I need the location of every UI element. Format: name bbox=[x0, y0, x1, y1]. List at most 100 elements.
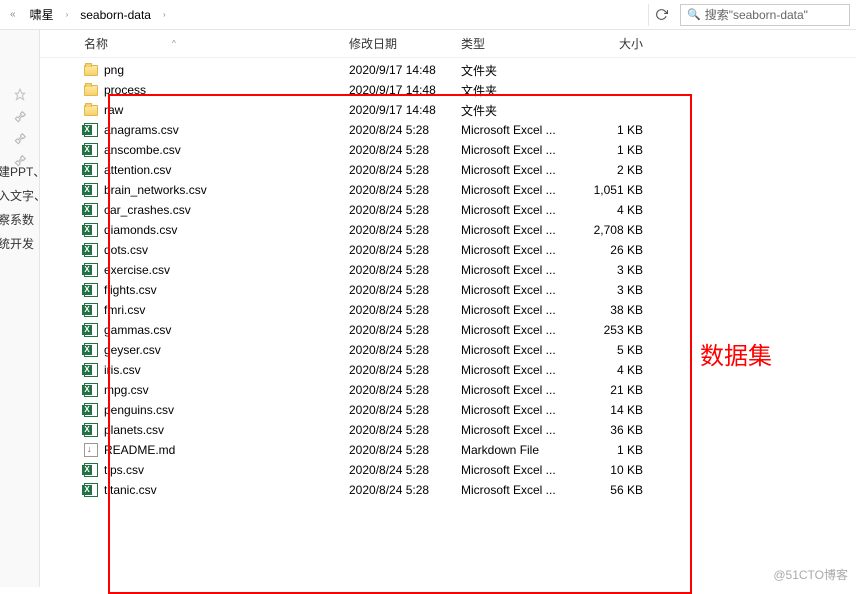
excel-file-icon bbox=[84, 283, 98, 297]
file-date: 2020/8/24 5:28 bbox=[345, 123, 457, 137]
file-name: flights.csv bbox=[104, 283, 157, 297]
refresh-icon bbox=[655, 8, 668, 21]
file-date: 2020/8/24 5:28 bbox=[345, 203, 457, 217]
file-type: Microsoft Excel ... bbox=[457, 483, 577, 497]
sort-indicator-icon: ^ bbox=[172, 39, 176, 48]
file-size: 3 KB bbox=[577, 283, 647, 297]
file-size: 1 KB bbox=[577, 123, 647, 137]
file-type: Microsoft Excel ... bbox=[457, 183, 577, 197]
file-name: iris.csv bbox=[104, 363, 141, 377]
excel-file-icon bbox=[84, 463, 98, 477]
file-date: 2020/9/17 14:48 bbox=[345, 83, 457, 97]
file-name: tips.csv bbox=[104, 463, 144, 477]
file-date: 2020/8/24 5:28 bbox=[345, 343, 457, 357]
chevron-right-icon: › bbox=[159, 8, 170, 21]
breadcrumb-segment[interactable]: 啸星 bbox=[26, 4, 58, 25]
pin-icon[interactable] bbox=[13, 110, 27, 124]
table-row[interactable]: dots.csv2020/8/24 5:28Microsoft Excel ..… bbox=[80, 240, 856, 260]
excel-file-icon bbox=[84, 403, 98, 417]
file-date: 2020/8/24 5:28 bbox=[345, 143, 457, 157]
file-name: car_crashes.csv bbox=[104, 203, 191, 217]
file-type: Microsoft Excel ... bbox=[457, 383, 577, 397]
table-row[interactable]: attention.csv2020/8/24 5:28Microsoft Exc… bbox=[80, 160, 856, 180]
file-name: fmri.csv bbox=[104, 303, 145, 317]
excel-file-icon bbox=[84, 423, 98, 437]
file-size: 3 KB bbox=[577, 263, 647, 277]
excel-file-icon bbox=[84, 383, 98, 397]
file-type: Microsoft Excel ... bbox=[457, 223, 577, 237]
file-date: 2020/8/24 5:28 bbox=[345, 263, 457, 277]
excel-file-icon bbox=[84, 263, 98, 277]
file-type: Microsoft Excel ... bbox=[457, 303, 577, 317]
file-type: Microsoft Excel ... bbox=[457, 343, 577, 357]
table-row[interactable]: anscombe.csv2020/8/24 5:28Microsoft Exce… bbox=[80, 140, 856, 160]
pin-icon[interactable] bbox=[13, 132, 27, 146]
file-size: 4 KB bbox=[577, 363, 647, 377]
file-type: Microsoft Excel ... bbox=[457, 323, 577, 337]
excel-file-icon bbox=[84, 163, 98, 177]
table-row[interactable]: planets.csv 2020/8/24 5:28Microsoft Excel… bbox=[80, 420, 856, 440]
table-row[interactable]: car_crashes.csv2020/8/24 5:28Microsoft E… bbox=[80, 200, 856, 220]
file-name: dots.csv bbox=[104, 243, 148, 257]
table-row[interactable]: fmri.csv 2020/8/24 5:28Microsoft Excel ..… bbox=[80, 300, 856, 320]
file-date: 2020/8/24 5:28 bbox=[345, 463, 457, 477]
table-row[interactable]: titanic.csv2020/8/24 5:28Microsoft Excel… bbox=[80, 480, 856, 500]
file-name: penguins.csv bbox=[104, 403, 174, 417]
table-row[interactable]: mpg.csv2020/8/24 5:28Microsoft Excel ...… bbox=[80, 380, 856, 400]
file-list: png2020/9/17 14:48文件夹process2020/9/17 14… bbox=[40, 58, 856, 500]
breadcrumb-segment[interactable]: seaborn-data bbox=[76, 6, 155, 24]
file-type: Microsoft Excel ... bbox=[457, 423, 577, 437]
breadcrumb[interactable]: « 啸星 › seaborn-data › bbox=[6, 4, 648, 25]
file-name: anscombe.csv bbox=[104, 143, 181, 157]
table-row[interactable]: anagrams.csv2020/8/24 5:28Microsoft Exce… bbox=[80, 120, 856, 140]
file-name: titanic.csv bbox=[104, 483, 157, 497]
file-name: geyser.csv bbox=[104, 343, 161, 357]
folder-icon bbox=[84, 105, 98, 116]
file-type: Microsoft Excel ... bbox=[457, 243, 577, 257]
table-row[interactable]: exercise.csv2020/8/24 5:28Microsoft Exce… bbox=[80, 260, 856, 280]
table-row[interactable]: png2020/9/17 14:48文件夹 bbox=[80, 60, 856, 80]
table-row[interactable]: process2020/9/17 14:48文件夹 bbox=[80, 80, 856, 100]
chevron-right-icon: › bbox=[62, 8, 73, 21]
excel-file-icon bbox=[84, 323, 98, 337]
file-date: 2020/8/24 5:28 bbox=[345, 443, 457, 457]
file-type: 文件夹 bbox=[457, 82, 577, 99]
file-name: planets.csv bbox=[104, 423, 164, 437]
file-name: diamonds.csv bbox=[104, 223, 177, 237]
excel-file-icon bbox=[84, 343, 98, 357]
table-row[interactable]: flights.csv2020/8/24 5:28Microsoft Excel… bbox=[80, 280, 856, 300]
excel-file-icon bbox=[84, 123, 98, 137]
excel-file-icon bbox=[84, 183, 98, 197]
file-size: 38 KB bbox=[577, 303, 647, 317]
file-date: 2020/8/24 5:28 bbox=[345, 303, 457, 317]
table-row[interactable]: diamonds.csv 2020/8/24 5:28Microsoft Exce… bbox=[80, 220, 856, 240]
search-input[interactable]: 搜索"seaborn-data" bbox=[680, 4, 850, 26]
file-date: 2020/8/24 5:28 bbox=[345, 223, 457, 237]
pin-icon[interactable] bbox=[13, 88, 27, 102]
table-row[interactable]: tips.csv 2020/8/24 5:28Microsoft Excel ..… bbox=[80, 460, 856, 480]
file-size: 10 KB bbox=[577, 463, 647, 477]
file-size: 56 KB bbox=[577, 483, 647, 497]
address-toolbar: « 啸星 › seaborn-data › 搜索"seaborn-data" bbox=[0, 0, 856, 30]
file-size: 1 KB bbox=[577, 443, 647, 457]
file-size: 253 KB bbox=[577, 323, 647, 337]
column-header-date[interactable]: 修改日期 bbox=[345, 35, 457, 52]
file-name: raw bbox=[104, 103, 123, 117]
refresh-button[interactable] bbox=[648, 4, 674, 26]
table-row[interactable]: raw2020/9/17 14:48文件夹 bbox=[80, 100, 856, 120]
column-header-size[interactable]: 大小 bbox=[577, 35, 647, 52]
file-name: README.md bbox=[104, 443, 175, 457]
excel-file-icon bbox=[84, 303, 98, 317]
file-date: 2020/8/24 5:28 bbox=[345, 423, 457, 437]
table-row[interactable]: penguins.csv2020/8/24 5:28Microsoft Exce… bbox=[80, 400, 856, 420]
file-name: anagrams.csv bbox=[104, 123, 179, 137]
table-row[interactable]: brain_networks.csv2020/8/24 5:28Microsof… bbox=[80, 180, 856, 200]
file-size: 5 KB bbox=[577, 343, 647, 357]
file-type: Microsoft Excel ... bbox=[457, 463, 577, 477]
file-size: 2 KB bbox=[577, 163, 647, 177]
file-type: Microsoft Excel ... bbox=[457, 403, 577, 417]
column-header-name[interactable]: 名称 ^ bbox=[80, 35, 345, 52]
file-size: 36 KB bbox=[577, 423, 647, 437]
table-row[interactable]: README.md2020/8/24 5:28Markdown File1 KB bbox=[80, 440, 856, 460]
column-header-type[interactable]: 类型 bbox=[457, 35, 577, 52]
